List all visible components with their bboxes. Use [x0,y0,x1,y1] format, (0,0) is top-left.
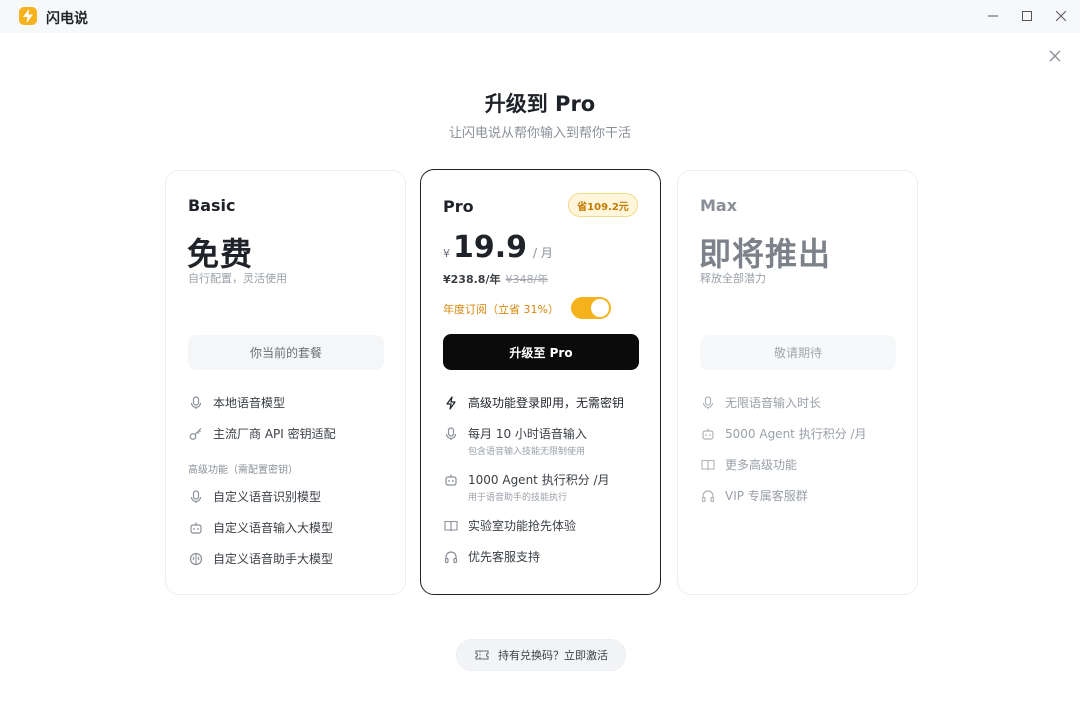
app-title: 闪电说 [46,11,88,27]
feature-label: 无限语音输入时长 [725,396,822,410]
yearly-price: ¥238.8/年 ¥348/年 [443,271,548,287]
key-icon [188,426,204,442]
plan-card-max: Max 即将推出 释放全部潜力 敬请期待 无限语音输入时长 5000 Agent… [677,170,918,595]
minimize-button[interactable] [982,6,1004,26]
feature-item: 1000 Agent 执行积分 /月 用于语音助手的技能执行 [443,471,610,504]
feature-item: 自定义语音助手大模型 [188,550,333,568]
feature-item: 更多高级功能 [700,456,797,474]
book-icon [443,518,459,534]
section-label: 高级功能（需配置密钥） [188,465,298,476]
coming-soon-button[interactable]: 敬请期待 [700,335,896,370]
upgrade-pro-button[interactable]: 升级至 Pro [443,334,639,370]
feature-item: 每月 10 小时语音输入 包含语音输入技能无限制使用 [443,425,587,458]
redeem-label: 持有兑换码？立即激活 [498,649,608,662]
close-dialog-icon[interactable] [1045,46,1065,66]
book-icon [700,457,716,473]
feature-sublabel: 用于语音助手的技能执行 [468,493,568,503]
annual-toggle[interactable] [571,297,611,319]
feature-label: VIP 专属客服群 [725,489,808,503]
feature-label: 优先客服支持 [468,550,541,564]
mic-icon [443,426,459,442]
feature-item: 主流厂商 API 密钥适配 [188,425,336,443]
feature-item: 无限语音输入时长 [700,394,821,412]
plan-name: Max [700,196,738,215]
feature-label: 自定义语音助手大模型 [213,552,334,566]
feature-item: 本地语音模型 [188,394,285,412]
save-badge: 省109.2元 [568,193,638,217]
feature-label: 本地语音模型 [213,396,286,410]
robot-icon [700,426,716,442]
app-logo-icon [19,7,37,25]
ticket-icon [474,647,490,663]
bolt-icon [443,395,459,411]
plan-headline: 免费 [187,235,254,273]
feature-item: 实验室功能抢先体验 [443,517,576,535]
feature-item: 自定义语音输入大模型 [188,519,333,537]
headphones-icon [700,488,716,504]
robot-icon [443,472,459,488]
plan-description: 自行配置，灵活使用 [188,272,287,285]
plan-card-pro: Pro 省109.2元 ¥ 19.9 / 月 ¥238.8/年 ¥348/年 年度… [420,169,661,595]
feature-item: VIP 专属客服群 [700,487,808,505]
feature-label: 自定义语音识别模型 [213,490,322,504]
plan-name: Pro [443,197,474,216]
mic-icon [188,489,204,505]
price-currency: ¥ [443,247,450,260]
feature-label: 每月 10 小时语音输入 [468,427,587,441]
mic-icon [700,395,716,411]
feature-label: 5000 Agent 执行积分 /月 [725,427,867,441]
redeem-code-button[interactable]: 持有兑换码？立即激活 [456,639,626,671]
feature-sublabel: 包含语音输入技能无限制使用 [468,447,586,457]
feature-item: 优先客服支持 [443,548,540,566]
plan-description: 释放全部潜力 [700,272,766,285]
title-bar: 闪电说 [0,0,1080,33]
feature-label: 主流厂商 API 密钥适配 [213,427,336,441]
annual-subscription-label: 年度订阅（立省 31%） [443,303,559,316]
feature-label: 1000 Agent 执行积分 /月 [468,473,610,487]
price-row: ¥ 19.9 / 月 [443,230,553,265]
page-title: 升级到 Pro [484,92,596,116]
yearly-price-original: ¥348/年 [505,273,549,286]
plan-name: Basic [188,196,236,215]
robot-icon [188,520,204,536]
page-subtitle: 让闪电说从帮你输入到帮你干活 [448,126,631,141]
plan-headline: 即将推出 [699,235,832,273]
headphones-icon [443,549,459,565]
price-unit: / 月 [533,246,553,260]
price-amount: 19.9 [453,230,528,265]
feature-item: 高级功能登录即用，无需密钥 [443,394,624,412]
toggle-knob [591,299,609,317]
brain-icon [188,551,204,567]
maximize-button[interactable] [1016,6,1038,26]
plan-card-basic: Basic 免费 自行配置，灵活使用 你当前的套餐 本地语音模型 主流厂商 AP… [165,170,406,595]
feature-label: 更多高级功能 [725,458,798,472]
feature-label: 自定义语音输入大模型 [213,521,334,535]
feature-label: 实验室功能抢先体验 [468,519,577,533]
mic-icon [188,395,204,411]
yearly-price-current: ¥238.8/年 [443,273,501,286]
feature-item: 5000 Agent 执行积分 /月 [700,425,867,443]
current-plan-button[interactable]: 你当前的套餐 [188,335,384,370]
feature-label: 高级功能登录即用，无需密钥 [468,396,625,410]
window-close-button[interactable] [1050,6,1072,26]
feature-item: 自定义语音识别模型 [188,488,321,506]
